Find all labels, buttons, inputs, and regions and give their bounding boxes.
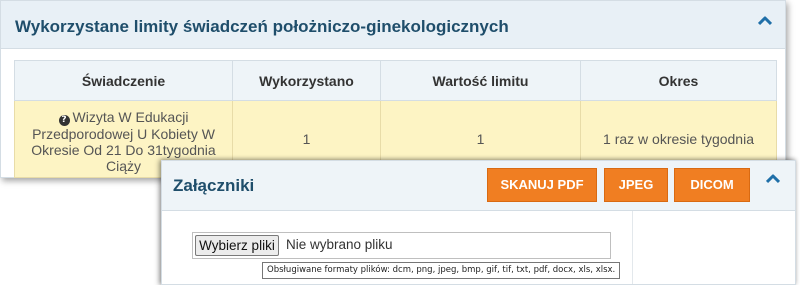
column-divider <box>632 211 633 284</box>
column-header: Wartość limitu <box>380 60 581 101</box>
column-header: Świadczenie <box>14 60 233 101</box>
choose-files-button[interactable]: Wybierz pliki <box>195 235 279 256</box>
attachments-panel-header: Załączniki SKANUJ PDF JPEG DICOM <box>162 161 795 211</box>
file-input[interactable]: Wybierz pliki Nie wybrano pliku <box>192 232 611 259</box>
limits-panel-header: Wykorzystane limity świadczeń położniczo… <box>1 1 785 49</box>
service-name-line: Okresie Od 21 Do 31tygodnia <box>31 141 216 158</box>
jpeg-button[interactable]: JPEG <box>604 168 668 202</box>
limits-panel: Wykorzystane limity świadczeń położniczo… <box>0 0 786 178</box>
service-name-line: Ciąży <box>105 157 141 174</box>
supported-formats-tooltip: Obsługiwane formaty plików: dcm, png, jp… <box>262 262 621 279</box>
chevron-up-icon[interactable] <box>766 174 780 184</box>
service-name-line: Przedporodowej U Kobiety W <box>32 125 215 142</box>
column-header: Okres <box>580 60 777 101</box>
attachments-panel-title: Załączniki <box>173 176 255 195</box>
attachments-panel: Załączniki SKANUJ PDF JPEG DICOM Wybierz… <box>161 160 796 285</box>
service-name-line: Wizyta W Edukacji <box>72 108 189 125</box>
file-status-text: Nie wybrano pliku <box>286 237 393 252</box>
help-icon[interactable]: ? <box>58 114 70 126</box>
column-header: Wykorzystano <box>232 60 381 101</box>
table-header-row: Świadczenie Wykorzystano Wartość limitu … <box>14 60 777 101</box>
dicom-button[interactable]: DICOM <box>674 168 750 202</box>
scan-pdf-button[interactable]: SKANUJ PDF <box>487 168 597 202</box>
limits-panel-title: Wykorzystane limity świadczeń położniczo… <box>15 17 509 36</box>
chevron-up-icon[interactable] <box>758 16 772 26</box>
